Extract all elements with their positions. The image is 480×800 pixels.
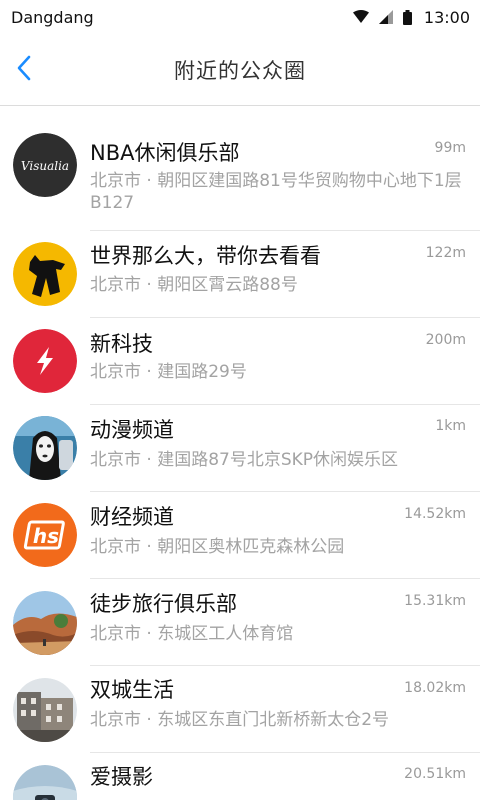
circle-address: 北京市 · 建国路29号 (90, 362, 247, 382)
circle-name: 新科技 (90, 332, 153, 356)
circle-distance: 1km (435, 418, 466, 434)
circle-address: 北京市 · 朝阳区奥林匹克森林公园 (90, 537, 345, 557)
avatar-logo-text: hs (33, 524, 59, 548)
avatar (13, 416, 77, 480)
circle-distance: 99m (434, 140, 466, 156)
circle-address: 北京市 · 朝阳区霄云路88号 (90, 275, 298, 295)
avatar (13, 242, 77, 306)
status-icons: 13:00 (352, 7, 470, 27)
circle-name: 动漫频道 (90, 418, 174, 442)
circle-name: 世界那么大，带你去看看 (90, 244, 321, 268)
signal-icon (378, 10, 393, 24)
list-item[interactable]: Visualia NBA休闲俱乐部 99m 北京市 · 朝阳区建国路81号华贸购… (0, 107, 480, 231)
list-item[interactable]: 双城生活 18.02km 北京市 · 东城区东直门北新桥新太仓2号 (0, 666, 480, 753)
avatar (13, 329, 77, 393)
circle-address: 北京市 · 东城区东直门北新桥新太仓2号 (90, 710, 390, 730)
list-item[interactable]: 世界那么大，带你去看看 122m 北京市 · 朝阳区霄云路88号 (0, 231, 480, 318)
circle-address: 北京市 · 建国路87号北京SKP休闲娱乐区 (90, 450, 399, 470)
list-item[interactable]: 新科技 200m 北京市 · 建国路29号 (0, 318, 480, 405)
circle-address: 北京市 · 东城区工人体育馆 (90, 624, 294, 644)
circle-distance: 14.52km (404, 506, 466, 522)
page-title: 附近的公众圈 (174, 59, 306, 83)
circle-distance: 122m (425, 245, 466, 261)
nav-bar: 附近的公众圈 (0, 34, 480, 106)
list-item[interactable]: 徒步旅行俱乐部 15.31km 北京市 · 东城区工人体育馆 (0, 579, 480, 666)
clock: 13:00 (423, 7, 470, 27)
circle-name: 双城生活 (90, 678, 174, 702)
circle-name: NBA休闲俱乐部 (90, 141, 240, 165)
circle-list: Visualia NBA休闲俱乐部 99m 北京市 · 朝阳区建国路81号华贸购… (0, 107, 480, 800)
carrier-name: Dangdang (11, 7, 94, 27)
avatar: hs (13, 503, 77, 567)
circle-name: 财经频道 (90, 505, 174, 529)
avatar (13, 765, 77, 800)
circle-name: 徒步旅行俱乐部 (90, 592, 237, 616)
avatar-logo-text: Visualia (21, 159, 69, 173)
wifi-icon (352, 10, 369, 23)
list-item[interactable]: 爱摄影 20.51km (0, 753, 480, 800)
avatar: Visualia (13, 133, 77, 197)
circle-address: 北京市 · 朝阳区建国路81号华贸购物中心地下1层B127 (90, 171, 462, 213)
circle-distance: 20.51km (404, 766, 466, 782)
list-item[interactable]: hs 财经频道 14.52km 北京市 · 朝阳区奥林匹克森林公园 (0, 492, 480, 579)
list-item[interactable]: 动漫频道 1km 北京市 · 建国路87号北京SKP休闲娱乐区 (0, 405, 480, 492)
avatar (13, 591, 77, 655)
circle-distance: 200m (425, 332, 466, 348)
circle-name: 爱摄影 (90, 765, 153, 789)
avatar (13, 678, 77, 742)
battery-icon (402, 9, 412, 25)
circle-distance: 18.02km (404, 680, 466, 696)
status-bar: Dangdang 13:00 (0, 0, 480, 34)
circle-distance: 15.31km (404, 593, 466, 609)
